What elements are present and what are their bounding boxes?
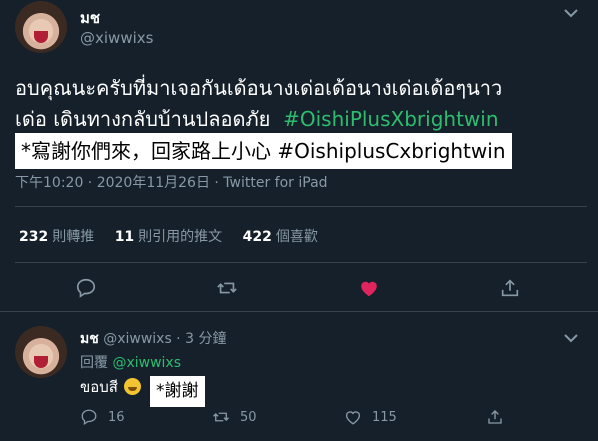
share-icon bbox=[488, 410, 502, 424]
translation-caption: *謝謝 bbox=[150, 376, 205, 407]
tweet-timestamp[interactable]: 下午10:20 · 2020年11月26日 · Twitter for iPad bbox=[15, 172, 328, 192]
share-icon bbox=[501, 279, 519, 297]
share-button[interactable] bbox=[498, 276, 522, 300]
translation-caption: *寫謝你們來，回家路上小心 #OishiplusCxbrightwin bbox=[15, 133, 512, 169]
quotes-label: 則引用的推文 bbox=[138, 229, 223, 245]
tweet-text-line-2: เด่อ เดินทางกลับบ้านปลอดภัย #OishiPlusXb… bbox=[15, 104, 587, 135]
display-name[interactable]: มช bbox=[80, 331, 99, 347]
chevron-down-icon[interactable] bbox=[562, 331, 580, 345]
handle-and-time[interactable]: @xiwwixs · 3 分鐘 bbox=[103, 331, 226, 347]
reply-header: มช @xiwwixs · 3 分鐘 bbox=[80, 328, 226, 350]
avatar[interactable] bbox=[15, 326, 67, 378]
tweet-text: อบคุณนะครับที่มาเจอกันเด้อนางเด่อเด้อนาง… bbox=[15, 73, 587, 135]
grin-sweat-emoji-icon bbox=[123, 378, 141, 395]
share-button[interactable] bbox=[486, 407, 504, 427]
avatar[interactable] bbox=[15, 1, 67, 53]
chevron-down-icon[interactable] bbox=[562, 6, 580, 20]
likes-count: 422 bbox=[242, 229, 272, 245]
retweet-icon bbox=[217, 282, 237, 294]
divider bbox=[0, 311, 598, 312]
quotes-count: 11 bbox=[114, 229, 135, 245]
likes-stat[interactable]: 422 個喜歡 bbox=[243, 229, 318, 245]
quotes-stat[interactable]: 11 則引用的推文 bbox=[115, 229, 222, 245]
hashtag-link[interactable]: #OishiPlusXbrightwin bbox=[283, 107, 498, 131]
replying-to: 回覆 @xiwwixs bbox=[80, 352, 181, 372]
reply-icon bbox=[81, 409, 97, 426]
tweet-text-line-1: อบคุณนะครับที่มาเจอกันเด้อนางเด่อเด้อนาง… bbox=[15, 76, 503, 100]
display-name[interactable]: มช bbox=[80, 6, 100, 30]
like-icon bbox=[345, 411, 361, 425]
main-tweet: มช @xiwwixs อบคุณนะครับที่มาเจอกันเด้อนา… bbox=[0, 0, 598, 311]
like-button[interactable] bbox=[357, 276, 381, 300]
replying-label: 回覆 bbox=[80, 355, 108, 371]
user-handle[interactable]: @xiwwixs bbox=[80, 29, 153, 47]
reply-button[interactable] bbox=[74, 276, 98, 300]
reply-button[interactable]: 16 bbox=[80, 407, 125, 427]
tweet-stats: 232 則轉推 11 則引用的推文 422 個喜歡 bbox=[19, 226, 334, 246]
reply-count: 16 bbox=[108, 409, 125, 425]
reply-text: ขอบสี bbox=[80, 375, 141, 399]
retweet-button[interactable]: 50 bbox=[212, 407, 257, 427]
divider bbox=[15, 206, 587, 207]
reply-text-body: ขอบสี bbox=[80, 378, 118, 396]
like-button[interactable]: 115 bbox=[344, 407, 397, 427]
like-icon bbox=[361, 281, 377, 297]
retweets-label: 則轉推 bbox=[52, 229, 95, 245]
likes-label: 個喜歡 bbox=[275, 229, 318, 245]
mention-link[interactable]: @xiwwixs bbox=[112, 355, 181, 371]
retweet-icon bbox=[213, 412, 229, 422]
tweet-text-line-2-body: เด่อ เดินทางกลับบ้านปลอดภัย bbox=[15, 107, 271, 131]
retweets-stat[interactable]: 232 則轉推 bbox=[19, 229, 94, 245]
like-count: 115 bbox=[372, 409, 397, 425]
retweet-button[interactable] bbox=[215, 276, 239, 300]
reply-icon bbox=[76, 278, 96, 298]
retweets-count: 232 bbox=[19, 229, 49, 245]
divider bbox=[15, 262, 587, 263]
retweet-count: 50 bbox=[240, 409, 257, 425]
